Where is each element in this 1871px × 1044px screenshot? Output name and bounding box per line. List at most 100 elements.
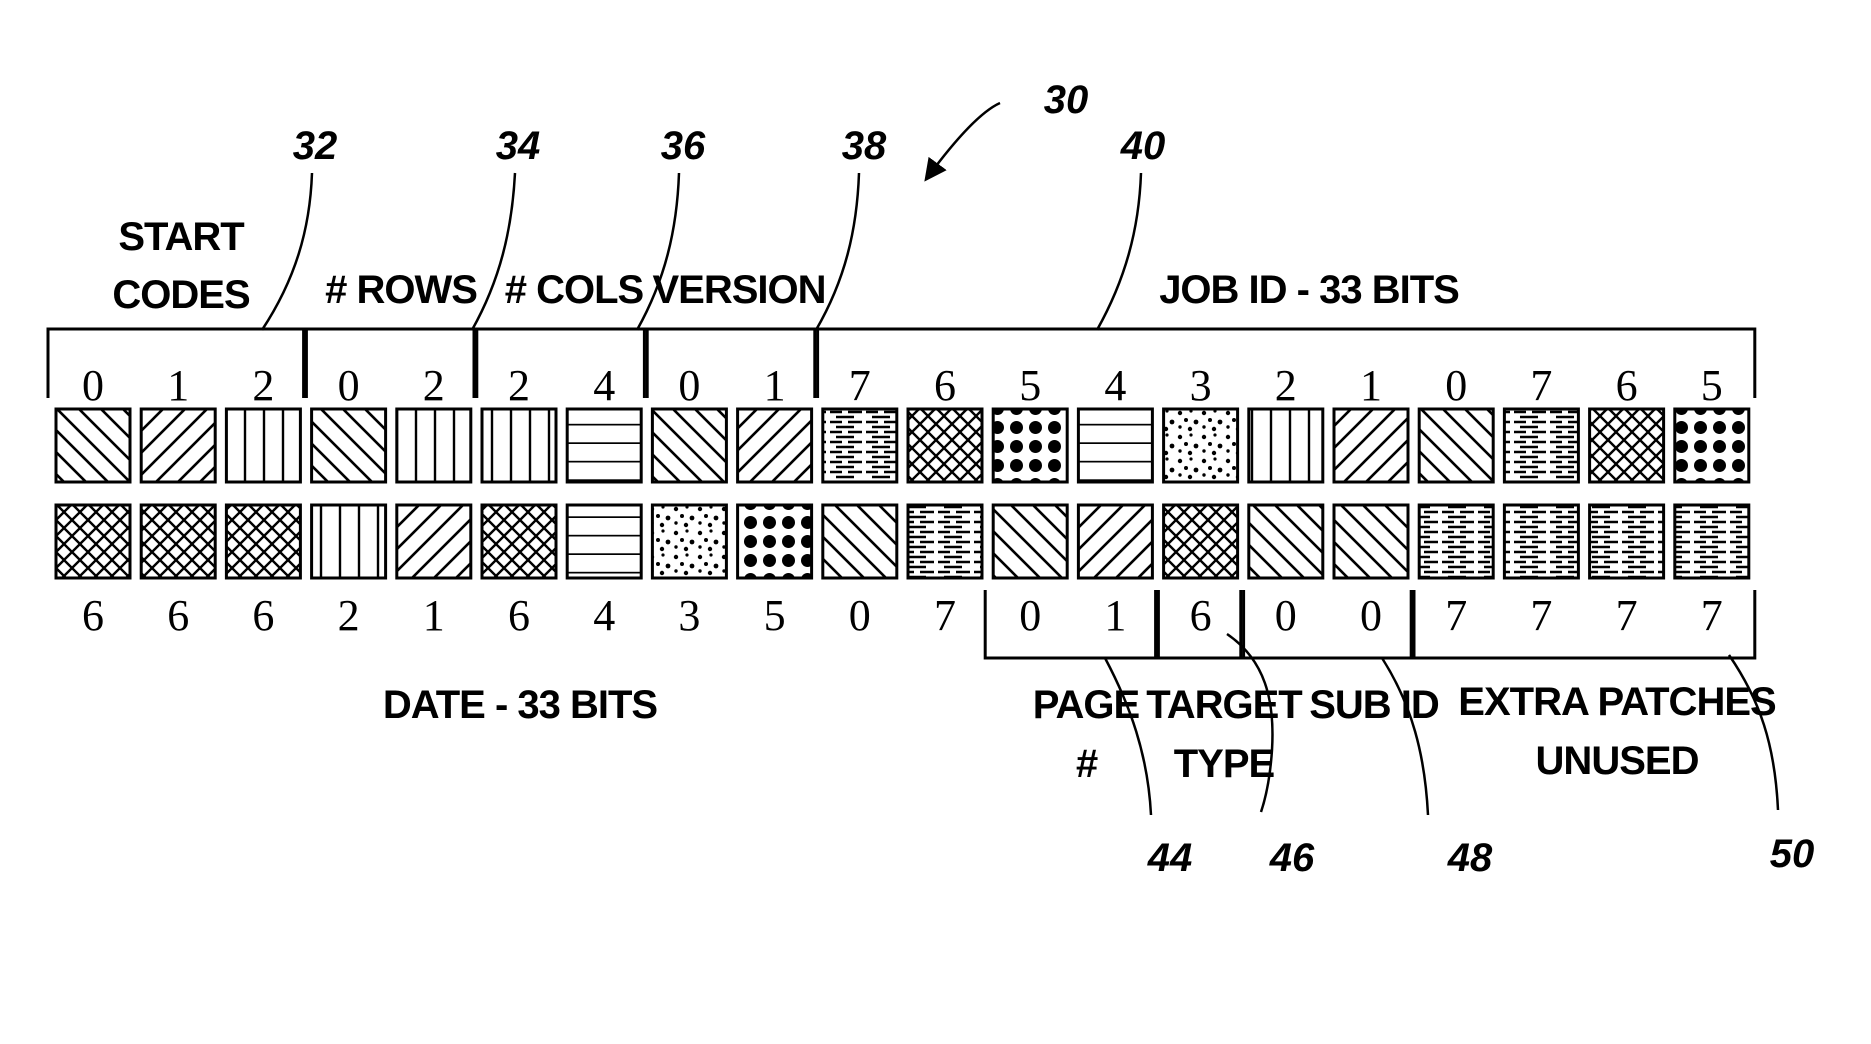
bottom-patch-14 xyxy=(1247,503,1325,580)
ref-50: 50 xyxy=(1770,832,1815,876)
top-patch-5 xyxy=(480,407,558,484)
top-digit-0: 0 xyxy=(82,361,104,410)
bottom-digit-6: 4 xyxy=(593,591,615,640)
top-digit-17: 7 xyxy=(1530,361,1552,410)
top-row-patches xyxy=(54,407,1751,484)
bottom-patch-6 xyxy=(565,503,643,580)
top-digit-7: 0 xyxy=(678,361,700,410)
label-extra-patches: EXTRA PATCHES UNUSED xyxy=(1458,680,1777,783)
bottom-digit-14: 0 xyxy=(1275,591,1297,640)
label-date: DATE - 33 BITS xyxy=(383,683,658,727)
top-patch-14 xyxy=(1247,407,1325,484)
label-sub-id: SUB ID xyxy=(1309,683,1439,727)
svg-text:CODES: CODES xyxy=(112,273,250,317)
top-patch-6 xyxy=(565,407,643,484)
bottom-row-digits: 6 6 6 2 1 6 4 3 5 0 7 0 1 6 0 0 7 7 7 7 xyxy=(82,591,1723,640)
top-patch-9 xyxy=(821,407,899,484)
top-patch-12 xyxy=(1076,407,1154,484)
top-digit-14: 2 xyxy=(1275,361,1297,410)
top-digit-19: 5 xyxy=(1701,361,1723,410)
bottom-patch-10 xyxy=(906,503,984,580)
bottom-patch-13 xyxy=(1162,503,1240,580)
top-patch-13 xyxy=(1162,407,1240,484)
top-digit-3: 0 xyxy=(338,361,360,410)
bottom-digit-18: 7 xyxy=(1616,591,1638,640)
top-patch-0 xyxy=(54,407,132,484)
figure-arrow xyxy=(924,101,1001,182)
bottom-digit-11: 0 xyxy=(1019,591,1041,640)
bottom-patch-12 xyxy=(1076,503,1154,580)
svg-text:TYPE: TYPE xyxy=(1174,742,1275,786)
bottom-patch-18 xyxy=(1588,503,1666,580)
bottom-digit-17: 7 xyxy=(1530,591,1552,640)
bottom-digit-5: 6 xyxy=(508,591,530,640)
top-row-digits: 0 1 2 0 2 2 4 0 1 7 6 5 4 3 2 1 0 7 6 5 xyxy=(82,361,1723,410)
label-job-id: JOB ID - 33 BITS xyxy=(1159,268,1459,312)
bottom-digit-9: 0 xyxy=(849,591,871,640)
bottom-patch-19 xyxy=(1673,503,1751,580)
top-digit-18: 6 xyxy=(1616,361,1638,410)
group-brackets xyxy=(46,327,1757,660)
top-patch-7 xyxy=(650,407,728,484)
bottom-digit-16: 7 xyxy=(1445,591,1467,640)
top-patch-18 xyxy=(1588,407,1666,484)
ref-36: 36 xyxy=(661,124,706,168)
svg-text:#: # xyxy=(1075,742,1098,786)
bottom-digit-4: 1 xyxy=(423,591,445,640)
bottom-bracket-1 xyxy=(983,590,1160,660)
top-digit-16: 0 xyxy=(1445,361,1467,410)
label-cols: # COLS xyxy=(505,268,644,312)
label-version: VERSION xyxy=(652,268,825,312)
top-patch-16 xyxy=(1417,407,1495,484)
bottom-digit-7: 3 xyxy=(678,591,700,640)
svg-text:TARGET: TARGET xyxy=(1146,683,1302,727)
bottom-digit-3: 2 xyxy=(338,591,360,640)
ref-38: 38 xyxy=(842,124,887,168)
bottom-digit-10: 7 xyxy=(934,591,956,640)
bottom-patch-9 xyxy=(821,503,899,580)
top-patch-19 xyxy=(1673,407,1751,484)
bottom-digit-15: 0 xyxy=(1360,591,1382,640)
bottom-digit-12: 1 xyxy=(1104,591,1126,640)
bottom-digit-19: 7 xyxy=(1701,591,1723,640)
top-patch-8 xyxy=(736,407,814,484)
bottom-patch-11 xyxy=(991,503,1069,580)
svg-text:UNUSED: UNUSED xyxy=(1536,739,1699,783)
bottom-digit-0: 6 xyxy=(82,591,104,640)
top-digit-8: 1 xyxy=(764,361,786,410)
bottom-digit-1: 6 xyxy=(167,591,189,640)
bottom-patch-1 xyxy=(139,503,217,580)
bottom-patch-7 xyxy=(650,503,728,580)
ref-44: 44 xyxy=(1147,836,1193,880)
top-patch-11 xyxy=(991,407,1069,484)
svg-text:PAGE: PAGE xyxy=(1033,683,1140,727)
bottom-row-patches xyxy=(54,503,1751,580)
top-bracket-1 xyxy=(302,327,479,398)
bottom-patch-17 xyxy=(1502,503,1580,580)
top-patch-15 xyxy=(1332,407,1410,484)
ref-34: 34 xyxy=(496,124,541,168)
bottom-digit-13: 6 xyxy=(1190,591,1212,640)
ref-40: 40 xyxy=(1120,124,1166,168)
top-patch-2 xyxy=(224,407,302,484)
svg-text:EXTRA PATCHES: EXTRA PATCHES xyxy=(1458,680,1776,724)
top-bracket-2 xyxy=(472,327,649,398)
top-digit-15: 1 xyxy=(1360,361,1382,410)
label-target-type: TARGET TYPE xyxy=(1146,683,1303,786)
ref-32: 32 xyxy=(293,124,338,168)
top-digit-4: 2 xyxy=(423,361,445,410)
label-start-codes: START CODES xyxy=(112,215,251,317)
bottom-patch-3 xyxy=(310,503,388,580)
top-patch-4 xyxy=(395,407,473,484)
svg-text:START: START xyxy=(118,215,244,259)
top-patch-10 xyxy=(906,407,984,484)
bottom-patch-0 xyxy=(54,503,132,580)
label-rows: # ROWS xyxy=(325,268,477,312)
top-digit-1: 1 xyxy=(167,361,189,410)
ref-30: 30 xyxy=(1044,78,1089,122)
top-digit-12: 4 xyxy=(1104,361,1126,410)
top-patch-1 xyxy=(139,407,217,484)
top-digit-11: 5 xyxy=(1019,361,1041,410)
bottom-patch-15 xyxy=(1332,503,1410,580)
top-digit-5: 2 xyxy=(508,361,530,410)
